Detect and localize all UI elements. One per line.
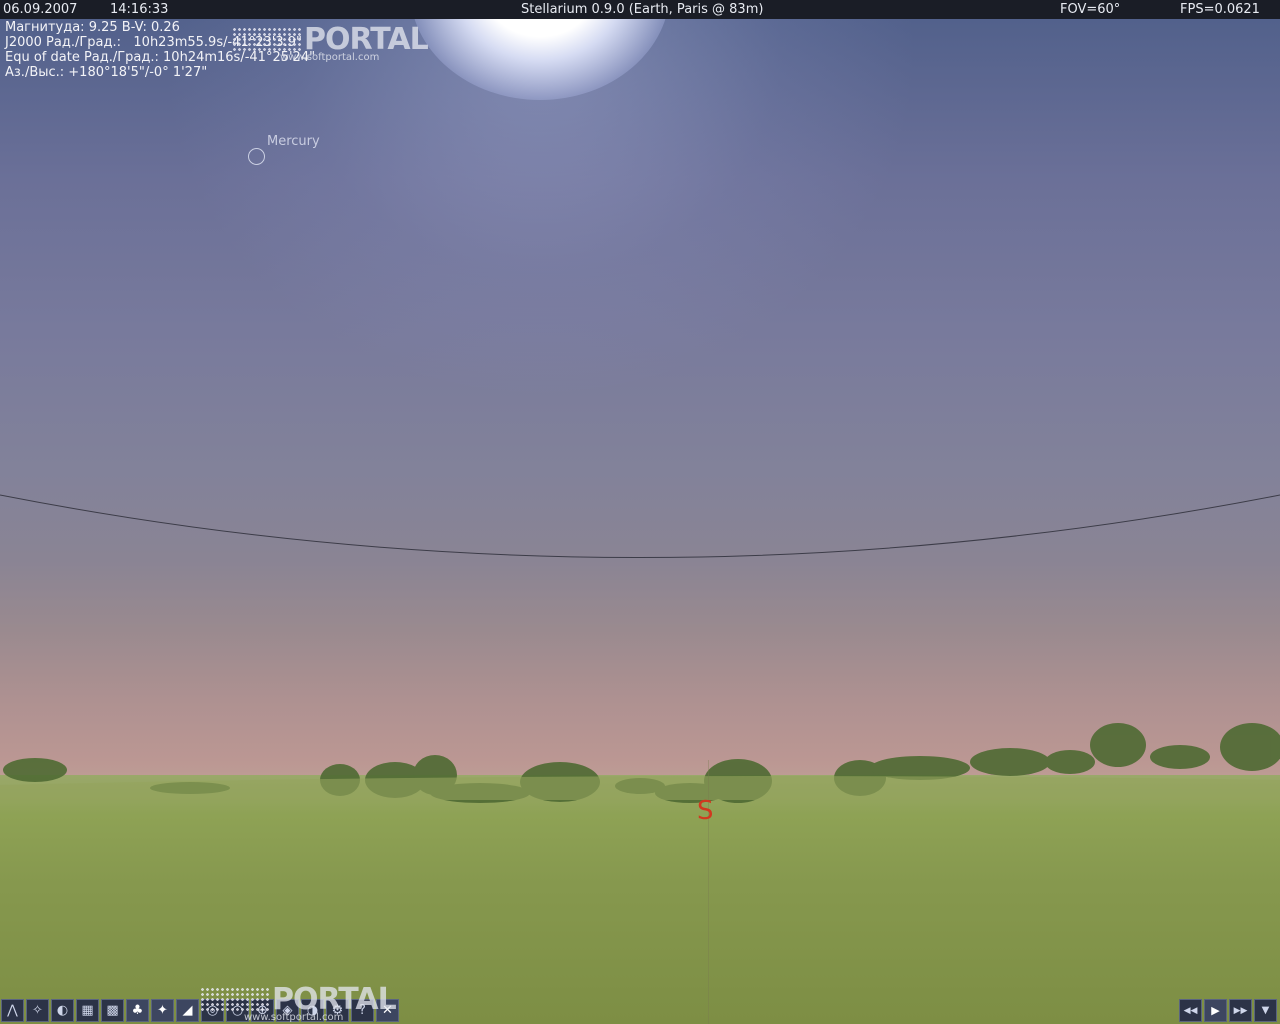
landscape-overlay xyxy=(0,494,1280,803)
play-icon[interactable]: ▶ xyxy=(1204,999,1227,1022)
date-display: 06.09.2007 xyxy=(3,2,78,17)
atmosphere-icon[interactable]: ◢ xyxy=(176,999,199,1022)
time-display: 14:16:33 xyxy=(110,2,169,17)
cardinal-point-south: S xyxy=(697,796,714,826)
fps-display: FPS=0.0621 xyxy=(1180,2,1260,17)
app-title: Stellarium 0.9.0 (Earth, Paris @ 83m) xyxy=(521,2,764,17)
watermark-top: PORTAL www.softportal.com xyxy=(232,22,429,63)
ground-icon[interactable]: ♣ xyxy=(126,999,149,1022)
horizon-line xyxy=(0,494,1280,558)
rewind-icon[interactable]: ◀◀ xyxy=(1179,999,1202,1022)
watermark-url: www.softportal.com xyxy=(244,1012,344,1023)
azimuthal-grid-icon[interactable]: ▩ xyxy=(101,999,124,1022)
watermark-dots-icon xyxy=(200,987,270,1011)
top-status-bar: 06.09.2007 14:16:33 Stellarium 0.9.0 (Ea… xyxy=(0,0,1280,19)
time-menu-icon[interactable]: ▼ xyxy=(1254,999,1277,1022)
mercury-marker[interactable] xyxy=(248,148,265,165)
watermark-dots-icon xyxy=(232,27,302,51)
cardinal-points-icon[interactable]: ✦ xyxy=(151,999,174,1022)
fov-display: FOV=60° xyxy=(1060,2,1121,17)
time-toolbar: ◀◀ ▶ ▶▶ ▼ xyxy=(1178,998,1278,1024)
constellation-art-icon[interactable]: ◐ xyxy=(51,999,74,1022)
info-az-alt: Аз./Выс.: +180°18'5"/-0° 1'27" xyxy=(5,65,208,80)
watermark-bottom: PORTAL www.softportal.com xyxy=(200,982,397,1023)
constellation-lines-icon[interactable]: ⋀ xyxy=(1,999,24,1022)
equatorial-grid-icon[interactable]: ▦ xyxy=(76,999,99,1022)
fast-forward-icon[interactable]: ▶▶ xyxy=(1229,999,1252,1022)
mercury-label: Mercury xyxy=(267,134,320,149)
constellation-names-icon[interactable]: ✧ xyxy=(26,999,49,1022)
watermark-url: www.softportal.com xyxy=(280,52,380,63)
